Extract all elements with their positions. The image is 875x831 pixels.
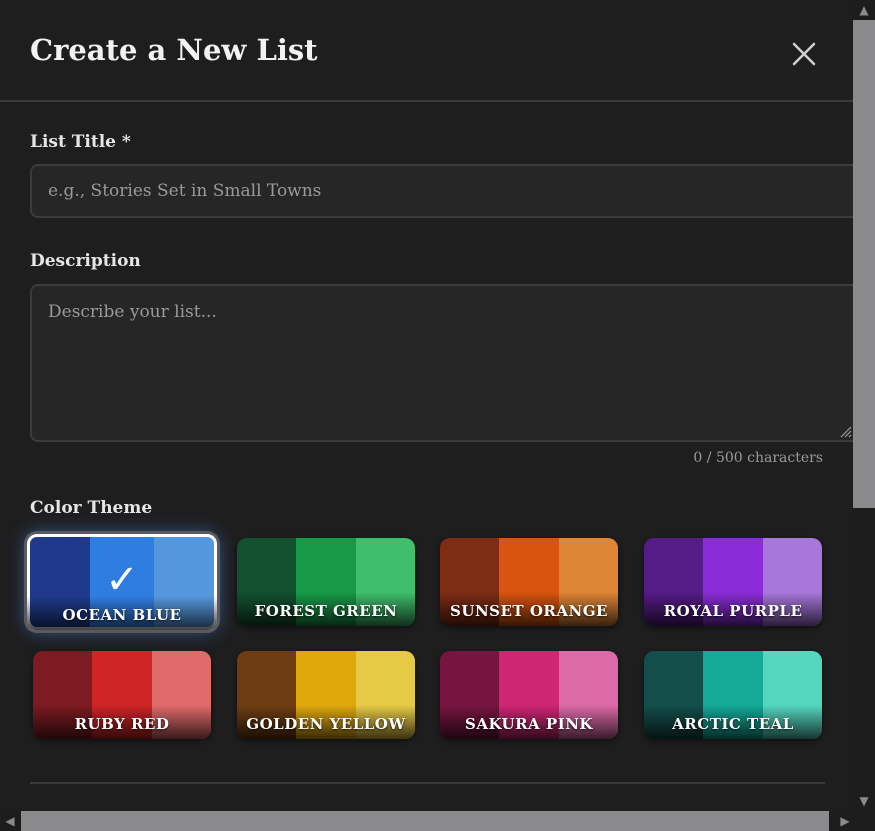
close-button[interactable]	[788, 38, 820, 70]
description-textarea[interactable]	[30, 284, 853, 442]
resize-grip-icon[interactable]	[838, 424, 852, 438]
list-title-label: List Title *	[30, 132, 131, 152]
dialog-title: Create a New List	[30, 33, 318, 67]
theme-swatch-label: ARCTIC TEAL	[672, 715, 794, 733]
description-label: Description	[30, 251, 141, 271]
theme-swatch-ocean-blue[interactable]: ✓ OCEAN BLUE	[27, 534, 217, 630]
color-theme-label: Color Theme	[30, 498, 153, 518]
theme-swatch-label: ROYAL PURPLE	[663, 602, 803, 620]
theme-swatch-ruby-red[interactable]: RUBY RED	[33, 651, 211, 739]
theme-swatch-royal-purple[interactable]: ROYAL PURPLE	[644, 538, 822, 626]
scroll-left-icon[interactable]: ◀	[3, 814, 17, 828]
list-title-input[interactable]	[30, 164, 853, 218]
scroll-down-icon[interactable]: ▼	[857, 794, 871, 808]
theme-swatch-label: OCEAN BLUE	[62, 606, 182, 624]
horizontal-scrollbar-thumb[interactable]	[21, 811, 829, 831]
scroll-right-icon[interactable]: ▶	[838, 814, 852, 828]
character-counter: 0 / 500 characters	[693, 450, 823, 466]
vertical-scrollbar-thumb[interactable]	[853, 20, 875, 508]
theme-swatch-forest-green[interactable]: FOREST GREEN	[237, 538, 415, 626]
create-list-dialog: Create a New List List Title * Descripti…	[0, 0, 853, 811]
theme-swatch-label: FOREST GREEN	[254, 602, 398, 620]
theme-swatch-arctic-teal[interactable]: ARCTIC TEAL	[644, 651, 822, 739]
dialog-header: Create a New List	[0, 0, 853, 102]
theme-swatch-label: SAKURA PINK	[465, 715, 593, 733]
theme-swatch-label: SUNSET ORANGE	[450, 602, 608, 620]
close-icon	[792, 42, 816, 66]
scroll-up-icon[interactable]: ▲	[857, 3, 871, 17]
theme-swatch-label: GOLDEN YELLOW	[246, 715, 406, 733]
theme-swatch-sakura-pink[interactable]: SAKURA PINK	[440, 651, 618, 739]
theme-swatch-sunset-orange[interactable]: SUNSET ORANGE	[440, 538, 618, 626]
section-divider	[30, 782, 825, 784]
theme-swatch-golden-yellow[interactable]: GOLDEN YELLOW	[237, 651, 415, 739]
theme-swatch-label: RUBY RED	[74, 715, 170, 733]
selected-check-icon: ✓	[105, 557, 139, 603]
